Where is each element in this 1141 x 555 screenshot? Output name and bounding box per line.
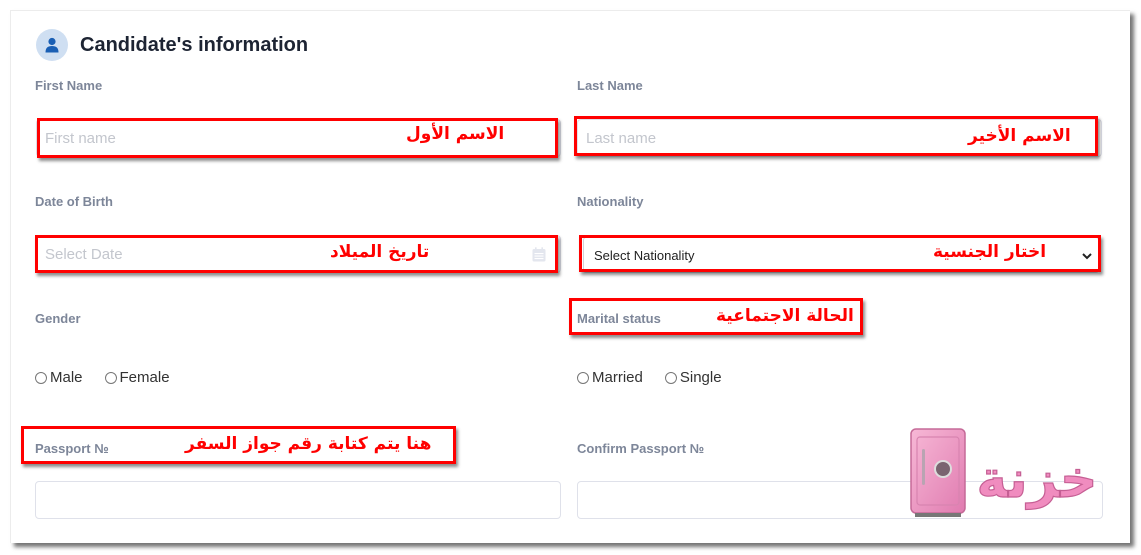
dob-label: Date of Birth [35,194,113,209]
gender-option-male[interactable]: Male [35,369,83,386]
gender-option-female[interactable]: Female [104,369,170,386]
section-header: Candidate's information [36,29,308,61]
annotation-box-dob [35,235,558,273]
annotation-passport: هنا يتم كتابة رقم جواز السفر [185,434,432,454]
watermark-text: خزنة [977,450,1098,510]
marital-option-married[interactable]: Married [577,369,643,386]
gender-radio-group: Male Female [35,369,192,386]
radio-button[interactable] [35,371,47,384]
last-name-label: Last Name [577,78,643,93]
section-title: Candidate's information [80,33,309,56]
marital-option-single[interactable]: Single [664,369,722,386]
annotation-last-name: الاسم الأخير [968,126,1071,146]
gender-label: Gender [35,311,81,326]
annotation-first-name: الاسم الأول [406,124,505,144]
passport-input[interactable] [35,481,561,519]
radio-label: Single [679,369,722,386]
radio-button[interactable] [664,371,677,384]
annotation-nationality: اختار الجنسية [933,242,1047,262]
user-icon [36,29,68,61]
radio-button[interactable] [577,371,589,384]
radio-label: Male [50,369,83,386]
confirm-passport-label: Confirm Passport № [577,441,705,456]
radio-button[interactable] [104,371,117,384]
watermark-logo: خزنة [909,427,1109,522]
safe-icon: خزنة [910,428,1098,517]
annotation-marital: الحالة الاجتماعية [716,306,854,326]
marital-radio-group: Married Single [577,369,744,386]
annotation-dob: تاريخ الميلاد [330,242,430,262]
nationality-label: Nationality [577,194,644,209]
first-name-label: First Name [35,78,103,93]
radio-label: Female [119,369,170,386]
radio-label: Married [592,369,643,386]
